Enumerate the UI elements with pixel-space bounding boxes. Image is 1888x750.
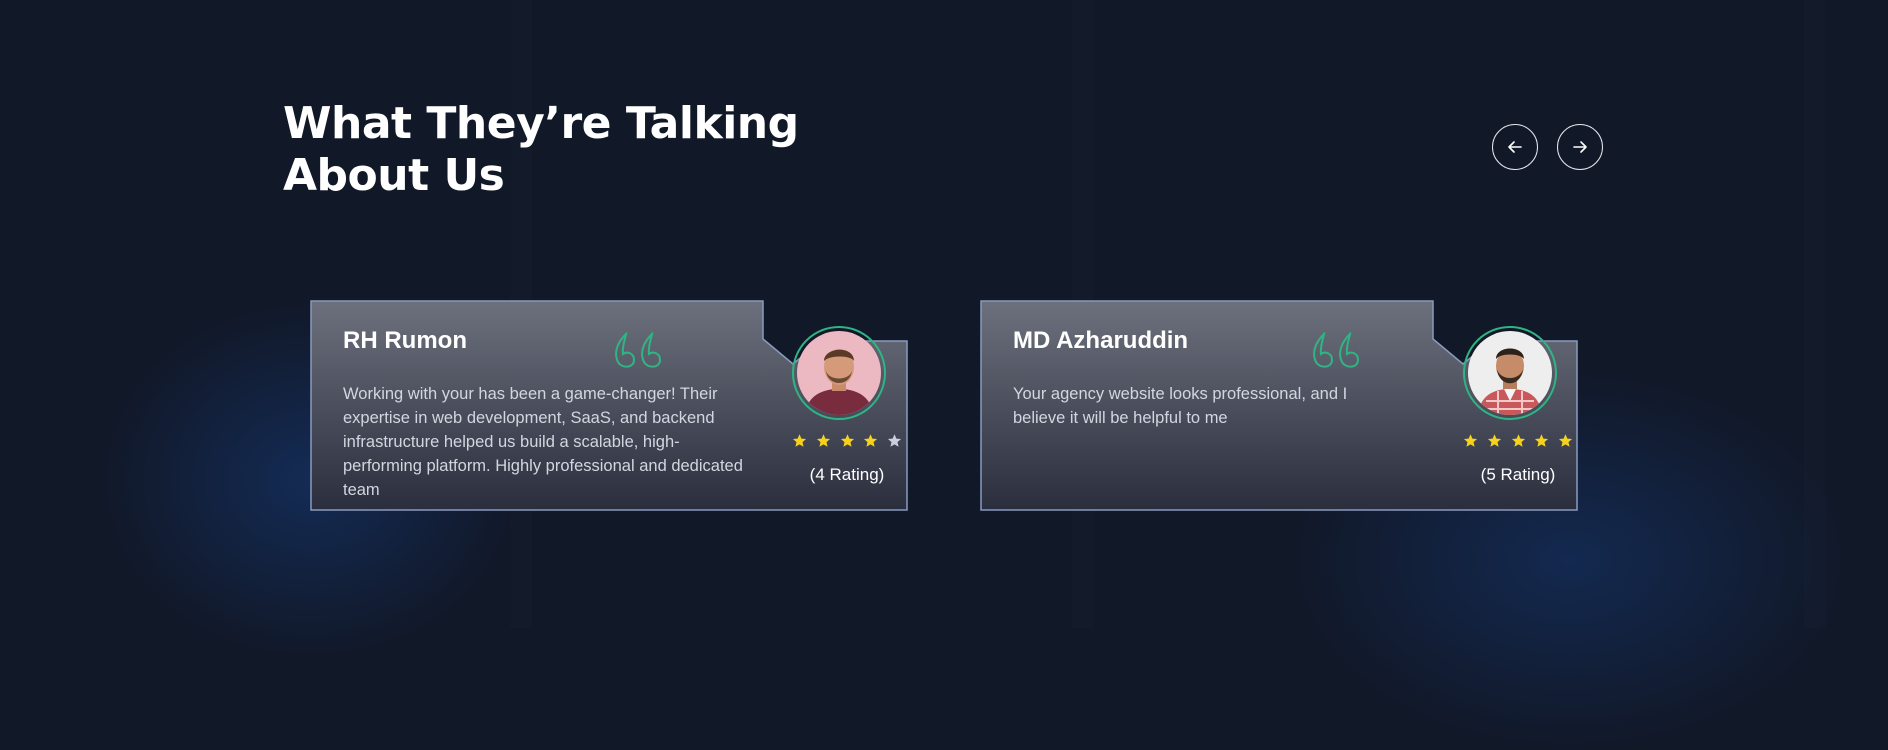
testimonial-name: MD Azharuddin [1013,327,1189,354]
section-title-line-2: About Us [283,150,505,201]
arrow-left-icon [1508,141,1522,153]
testimonial-card: MD Azharuddin Your agency website looks … [980,300,1580,512]
star-icon [864,434,878,447]
avatar-photo [1468,331,1552,415]
star-icon [816,434,830,447]
testimonial-card: RH Rumon Working with your has been a ga… [310,300,910,512]
testimonial-text: Your agency website looks professional, … [1013,385,1348,427]
star-rating [1463,433,1573,448]
previous-button[interactable] [1492,124,1538,170]
star-icon [1558,434,1573,447]
rating-label: (5 Rating) [1480,465,1556,484]
star-icon [840,434,854,447]
star-icon [1487,434,1501,447]
avatar-photo [797,331,881,415]
quote-icon [615,332,662,368]
star-rating [792,433,902,448]
next-button[interactable] [1557,124,1603,170]
avatar [792,326,886,420]
background-stripe [1804,0,1826,628]
quote-icon [1313,332,1360,368]
avatar [1463,326,1557,420]
star-icon [792,434,807,447]
section-title-line-1: What They’re Talking [283,98,799,149]
section-title: What They’re Talking About Us [283,98,799,202]
star-empty-icon [887,434,902,447]
arrow-right-icon [1573,141,1587,153]
star-icon [1463,434,1478,447]
star-icon [1511,434,1525,447]
testimonial-name: RH Rumon [343,327,467,354]
star-icon [1535,434,1549,447]
testimonial-text: Working with your has been a game-change… [343,385,743,499]
rating-label: (4 Rating) [809,465,885,484]
